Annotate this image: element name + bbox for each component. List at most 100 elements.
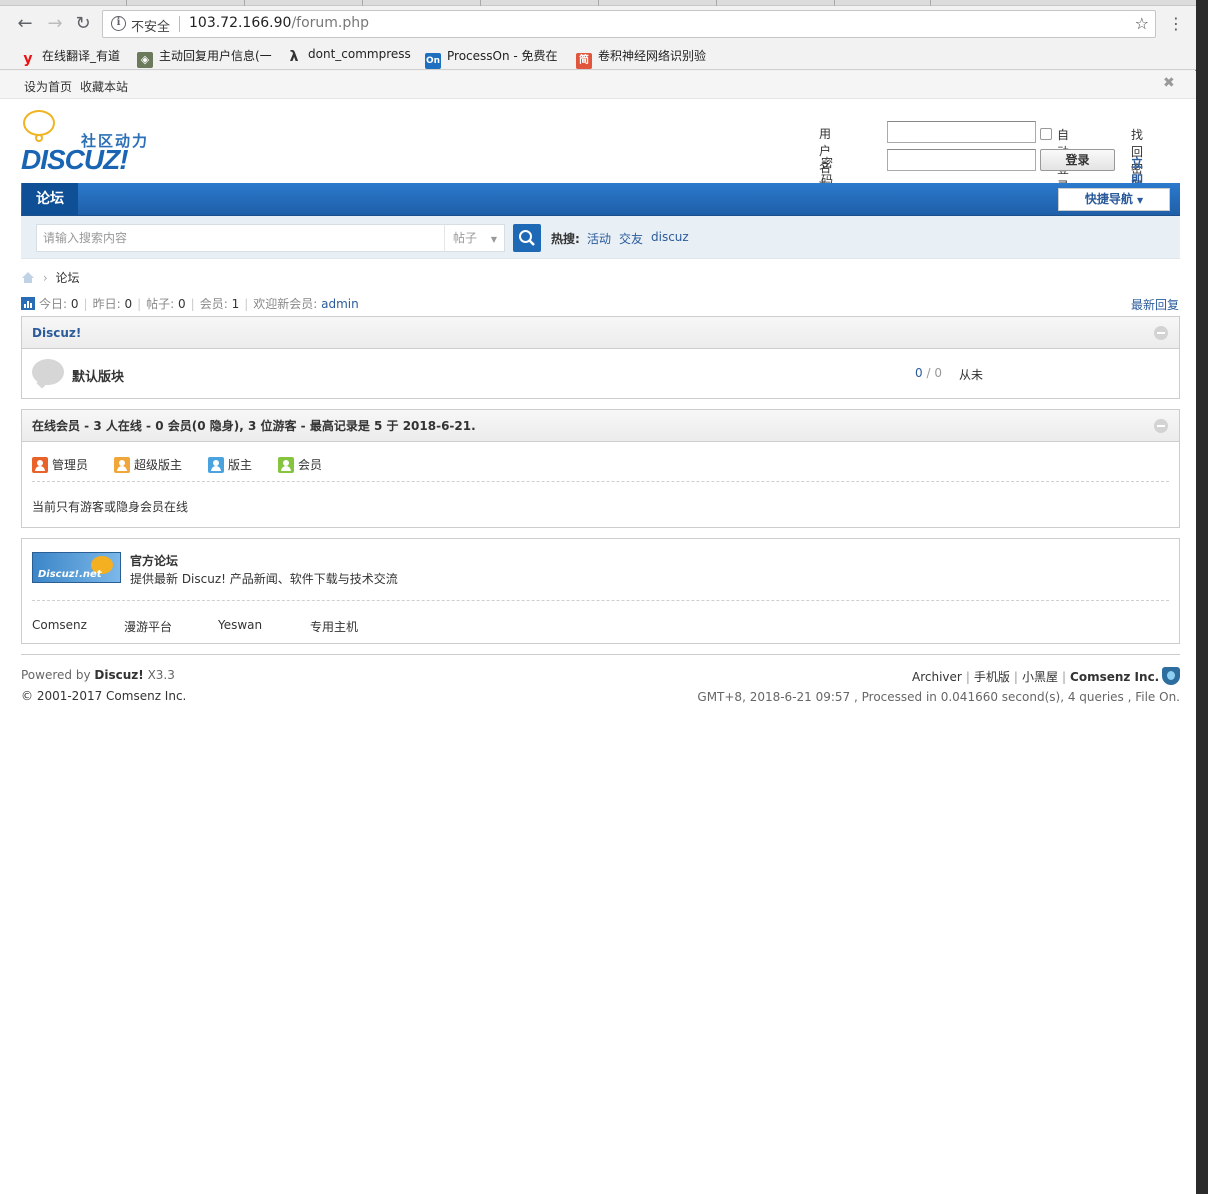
archiver-link[interactable]: Archiver (912, 670, 962, 684)
breadcrumb: › 论坛 (21, 269, 79, 285)
discuz-net-banner[interactable]: Discuz!.net (32, 552, 121, 583)
blackroom-link[interactable]: 小黑屋 (1022, 670, 1058, 684)
partner-yeswan[interactable]: Yeswan (218, 618, 262, 632)
forum-stats: 今日: 0 | 昨日: 0 | 帖子: 0 | 会员: 1 | 欢迎新会员: admin (21, 295, 359, 311)
quick-nav-button[interactable]: 快捷导航 ▼ (1058, 188, 1170, 211)
category-box: Discuz! 默认版块 0 / 0 从未 (21, 316, 1180, 399)
bookmark-cnn[interactable]: 简卷积神经网络识别验 (576, 47, 707, 69)
forum-page: 设为首页 收藏本站 ✖ 社区动力 DISCUZ! 用户名 ▼ 自动登录 找回密码… (0, 71, 1196, 1194)
collapse-icon[interactable] (1154, 419, 1168, 433)
site-logo[interactable]: 社区动力 DISCUZ! (21, 110, 161, 180)
forward-icon[interactable]: → (44, 13, 66, 35)
footer-divider (21, 654, 1180, 655)
bookmark-youdao[interactable]: y 在线翻译_有道 (20, 47, 121, 67)
breadcrumb-separator: › (42, 271, 48, 285)
mobile-link[interactable]: 手机版 (974, 670, 1010, 684)
hot-term-activity[interactable]: 活动 (587, 230, 611, 247)
forum-last-post: 从未 (959, 368, 984, 382)
search-type-value: 帖子 (453, 231, 478, 245)
members-label: 会员: (199, 297, 228, 311)
url-path: /forum.php (291, 15, 370, 31)
bookmark-processon[interactable]: On ProcessOn - 免费在 (425, 47, 558, 69)
search-type-select[interactable]: 帖子 ▼ (444, 224, 505, 252)
menu-icon[interactable]: ⋮ (1168, 14, 1184, 34)
reload-icon[interactable]: ↻ (72, 13, 94, 35)
bookmarks-bar: y 在线翻译_有道 ◈ 主动回复用户信息(一 λ dont_commpress On P… (0, 42, 1196, 70)
address-bar[interactable]: i 不安全 103.72.166.90/forum.php ☆ (102, 10, 1156, 38)
partner-manyou[interactable]: 漫游平台 (124, 618, 172, 635)
jian-icon: 简 (576, 53, 592, 69)
bookmark-dont-compress[interactable]: λ dont_commpress (286, 47, 411, 65)
login-button[interactable]: 登录 (1040, 149, 1115, 171)
powered-prefix: Powered by (21, 668, 91, 682)
collapse-icon[interactable] (1154, 326, 1168, 340)
forum-row: 默认版块 0 / 0 从未 (22, 349, 1179, 397)
divider (32, 600, 1169, 601)
banner-text: Discuz!.net (38, 569, 102, 580)
partner-comsenz[interactable]: Comsenz (32, 618, 87, 632)
partner-hosting[interactable]: 专用主机 (310, 618, 358, 635)
bookmark-label: 卷积神经网络识别验 (598, 49, 707, 63)
tab-forum[interactable]: 论坛 (22, 183, 78, 215)
processon-icon: On (425, 53, 441, 69)
legend-label: 会员 (298, 458, 323, 472)
legend-super-mod: 超级版主 (114, 456, 182, 473)
divider (32, 481, 1169, 482)
members-value: 1 (231, 297, 240, 311)
password-input[interactable] (887, 149, 1036, 171)
logo-bubble-icon (23, 110, 55, 136)
bookmark-label: 在线翻译_有道 (42, 49, 121, 63)
category-title[interactable]: Discuz! (32, 326, 81, 340)
home-icon[interactable] (21, 271, 35, 284)
breadcrumb-current[interactable]: 论坛 (55, 271, 79, 285)
set-home-link[interactable]: 设为首页 (24, 78, 72, 95)
desktop-edge (1196, 0, 1208, 1194)
bookmark-reply[interactable]: ◈ 主动回复用户信息(一 (137, 47, 272, 68)
company-link[interactable]: Comsenz Inc. (1070, 670, 1159, 684)
category-header: Discuz! (22, 317, 1179, 349)
online-box: 在线会员 - 3 人在线 - 0 会员(0 隐身), 3 位游客 - 最高记录是… (21, 409, 1180, 528)
search-button[interactable] (513, 224, 541, 252)
legend-label: 版主 (228, 458, 253, 472)
search-bar: 请输入搜索内容 帖子 ▼ 热搜: 活动 交友 discuz (21, 216, 1180, 259)
newest-member-link[interactable]: admin (321, 297, 359, 311)
collapse-icon[interactable]: ✖ (1163, 75, 1175, 91)
yesterday-label: 昨日: (92, 297, 121, 311)
search-icon (519, 230, 535, 246)
omnibox-separator (179, 16, 180, 32)
hot-term-friends[interactable]: 交友 (619, 230, 643, 247)
bookmark-label: ProcessOn - 免费在 (447, 49, 558, 63)
links-box: Discuz!.net 官方论坛 提供最新 Discuz! 产品新闻、软件下载与… (21, 538, 1180, 644)
powered-name[interactable]: Discuz! (94, 668, 143, 682)
posts-label: 帖子: (146, 297, 175, 311)
powered-by: Powered by Discuz! X3.3 (21, 668, 175, 682)
url-text[interactable]: 103.72.166.90/forum.php (189, 15, 369, 31)
info-icon[interactable]: i (111, 16, 126, 31)
online-note: 当前只有游客或隐身会员在线 (32, 500, 189, 514)
username-input[interactable] (887, 121, 1036, 143)
lambda-icon: λ (289, 49, 299, 65)
copyright: © 2001-2017 Comsenz Inc. (21, 689, 187, 703)
yesterday-value: 0 (124, 297, 133, 311)
logo-bubble-dot (35, 134, 43, 142)
today-value: 0 (70, 297, 79, 311)
hot-term-discuz[interactable]: discuz (651, 230, 689, 244)
version: X3.3 (147, 668, 175, 682)
security-shield-icon[interactable] (1162, 667, 1180, 685)
forum-bubble-icon (32, 359, 64, 385)
site-topbar: 设为首页 收藏本站 ✖ (0, 71, 1196, 99)
online-header: 在线会员 - 3 人在线 - 0 会员(0 隐身), 3 位游客 - 最高记录是… (22, 410, 1179, 442)
search-input[interactable]: 请输入搜索内容 (36, 224, 445, 252)
bookmark-site-link[interactable]: 收藏本站 (80, 78, 128, 95)
debug-info: GMT+8, 2018-6-21 09:57 , Processed in 0.… (697, 690, 1180, 704)
legend-label: 超级版主 (134, 458, 183, 472)
latest-reply-link[interactable]: 最新回复 (1131, 296, 1179, 313)
bookmark-star-icon[interactable]: ☆ (1135, 14, 1149, 33)
back-icon[interactable]: ← (14, 13, 36, 35)
bookmark-label: 主动回复用户信息(一 (159, 49, 272, 63)
auto-login-checkbox[interactable] (1040, 128, 1052, 140)
official-forum-title[interactable]: 官方论坛 (130, 552, 178, 569)
forum-name[interactable]: 默认版块 (72, 366, 124, 385)
legend-mod: 版主 (208, 456, 252, 473)
dragon-icon: ◈ (137, 52, 153, 68)
